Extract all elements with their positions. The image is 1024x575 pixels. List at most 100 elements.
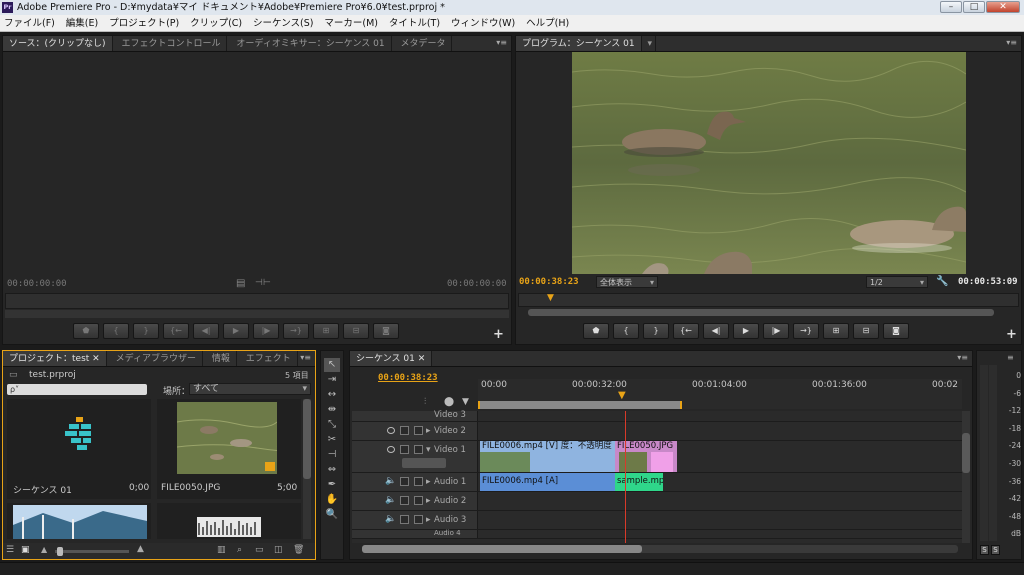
menu-clip[interactable]: クリップ(C) [186, 15, 246, 32]
mark-out-button[interactable]: } [133, 323, 159, 339]
new-item-icon[interactable]: ◫ [274, 545, 283, 555]
panel-menu-icon[interactable]: ≡ [1007, 353, 1014, 362]
find-icon[interactable]: ⌕ [237, 545, 242, 555]
eye-icon[interactable] [387, 427, 395, 434]
zoom-in-icon[interactable]: ▲ [137, 544, 144, 554]
new-bin-icon[interactable]: ▭ [255, 545, 264, 555]
collapse-icon[interactable]: ▾ [426, 445, 431, 455]
sync-lock-icon[interactable] [414, 445, 423, 454]
overwrite-button[interactable]: ⊟ [343, 323, 369, 339]
fit-dropdown[interactable]: 全体表示 ▾ [596, 276, 658, 288]
pen-tool-icon[interactable]: ✒ [324, 478, 340, 492]
slip-tool-icon[interactable]: ⊣ [324, 448, 340, 462]
snap-icon[interactable]: ⫶ [424, 397, 426, 407]
panel-menu-icon[interactable]: ▾≡ [496, 38, 507, 47]
maximize-button[interactable]: □ [963, 1, 985, 13]
go-to-out-button[interactable]: →} [793, 323, 819, 339]
tab-project[interactable]: プロジェクト：test ✕ [3, 351, 107, 366]
minimize-button[interactable]: – [940, 1, 962, 13]
playhead-marker-icon[interactable]: ▼ [547, 293, 554, 303]
sync-lock-icon[interactable] [414, 496, 423, 505]
camera-icon[interactable]: ◙ [883, 323, 909, 339]
hand-tool-icon[interactable]: ✋ [324, 493, 340, 507]
mark-in-button[interactable]: { [613, 323, 639, 339]
tab-sequence[interactable]: シーケンス 01 ✕ [350, 351, 433, 366]
razor-tool-icon[interactable]: ✂ [324, 433, 340, 447]
expand-icon[interactable]: ▸ [426, 426, 431, 436]
lock-icon[interactable] [400, 496, 409, 505]
menu-help[interactable]: ヘルプ(H) [522, 15, 573, 32]
timeline-hscrollbar[interactable] [362, 545, 958, 553]
solo-left-button[interactable]: S [980, 545, 989, 555]
speaker-icon[interactable]: 🔈 [385, 476, 396, 486]
marker-button[interactable]: ⬟ [73, 323, 99, 339]
go-to-in-button[interactable]: {← [673, 323, 699, 339]
sync-lock-icon[interactable] [414, 426, 423, 435]
resolution-dropdown[interactable]: 1/2 ▾ [866, 276, 928, 288]
project-item-image[interactable]: FILE0050.JPG 5;00 [157, 399, 301, 499]
add-button[interactable]: + [493, 327, 504, 342]
tab-effect-controls[interactable]: エフェクトコントロール [115, 36, 228, 51]
close-button[interactable]: ✕ [986, 1, 1020, 13]
speaker-icon[interactable]: 🔈 [385, 514, 396, 524]
menu-file[interactable]: ファイル(F) [0, 15, 59, 32]
project-item-video[interactable] [7, 503, 151, 539]
lift-button[interactable]: ⊞ [823, 323, 849, 339]
clip-audio-file0006[interactable]: FILE0006.mp4 [A] [480, 473, 615, 491]
lock-icon[interactable] [400, 477, 409, 486]
marker-button[interactable]: ⬟ [583, 323, 609, 339]
step-forward-button[interactable]: |▶ [763, 323, 789, 339]
source-scrollbar[interactable] [5, 310, 509, 318]
step-back-button[interactable]: ◀| [193, 323, 219, 339]
selection-tool-icon[interactable]: ↖ [324, 358, 340, 372]
rate-stretch-tool-icon[interactable]: ⤡ [324, 418, 340, 432]
panel-menu-icon[interactable]: ▾≡ [1006, 38, 1017, 47]
mark-out-button[interactable]: } [643, 323, 669, 339]
sync-lock-icon[interactable] [414, 477, 423, 486]
menu-window[interactable]: ウィンドウ(W) [447, 15, 519, 32]
project-item-sequence[interactable]: シーケンス 01 0;00 [7, 399, 151, 499]
list-view-icon[interactable]: ☰ [6, 545, 14, 555]
zoom-out-icon[interactable]: ▲ [41, 545, 47, 554]
close-icon[interactable]: ✕ [92, 354, 100, 364]
slide-tool-icon[interactable]: ⇔ [324, 463, 340, 477]
project-item-audio[interactable] [157, 503, 301, 539]
work-area-bar[interactable] [478, 401, 682, 409]
ripple-edit-tool-icon[interactable]: ↔ [324, 388, 340, 402]
trash-icon[interactable]: 🗑 [293, 545, 304, 555]
eye-icon[interactable] [387, 446, 395, 453]
project-scrollbar[interactable] [303, 399, 311, 539]
lock-icon[interactable] [400, 515, 409, 524]
tab-source[interactable]: ソース：(クリップなし) [3, 36, 113, 51]
sync-lock-icon[interactable] [414, 515, 423, 524]
go-to-out-button[interactable]: →} [283, 323, 309, 339]
insert-button[interactable]: ⊞ [313, 323, 339, 339]
extract-button[interactable]: ⊟ [853, 323, 879, 339]
panel-menu-icon[interactable]: ▾≡ [957, 353, 968, 362]
tab-effects[interactable]: エフェクト [240, 351, 298, 366]
tab-info[interactable]: 情報 [206, 351, 237, 366]
program-timecode-current[interactable]: 00:00:38:23 [519, 277, 579, 287]
program-zoom-bar[interactable] [528, 309, 994, 316]
camera-icon[interactable]: ◙ [373, 323, 399, 339]
program-timebar[interactable]: ▼ [518, 293, 1019, 307]
search-input[interactable]: ρ˅ [7, 384, 147, 395]
mark-in-button[interactable]: { [103, 323, 129, 339]
trim-icon[interactable]: ⊣⊢ [255, 278, 271, 288]
timeline-timecode[interactable]: 00:00:38:23 [378, 373, 438, 383]
clip-audio-sample[interactable]: sample.mp [615, 473, 663, 491]
location-dropdown[interactable]: すべて ▾ [189, 383, 311, 395]
panel-menu-icon[interactable]: ▾≡ [300, 353, 311, 362]
menu-edit[interactable]: 編集(E) [62, 15, 102, 32]
go-to-in-button[interactable]: {← [163, 323, 189, 339]
solo-right-button[interactable]: S [991, 545, 1000, 555]
icon-view-icon[interactable]: ▣ [21, 545, 30, 555]
tab-dropdown-icon[interactable]: ▾ [644, 36, 656, 51]
menu-project[interactable]: プロジェクト(P) [105, 15, 183, 32]
close-icon[interactable]: ✕ [418, 354, 426, 364]
step-back-button[interactable]: ◀| [703, 323, 729, 339]
rolling-edit-tool-icon[interactable]: ⇹ [324, 403, 340, 417]
zoom-slider[interactable] [55, 547, 129, 556]
source-timebar[interactable] [5, 293, 509, 309]
menu-marker[interactable]: マーカー(M) [320, 15, 382, 32]
